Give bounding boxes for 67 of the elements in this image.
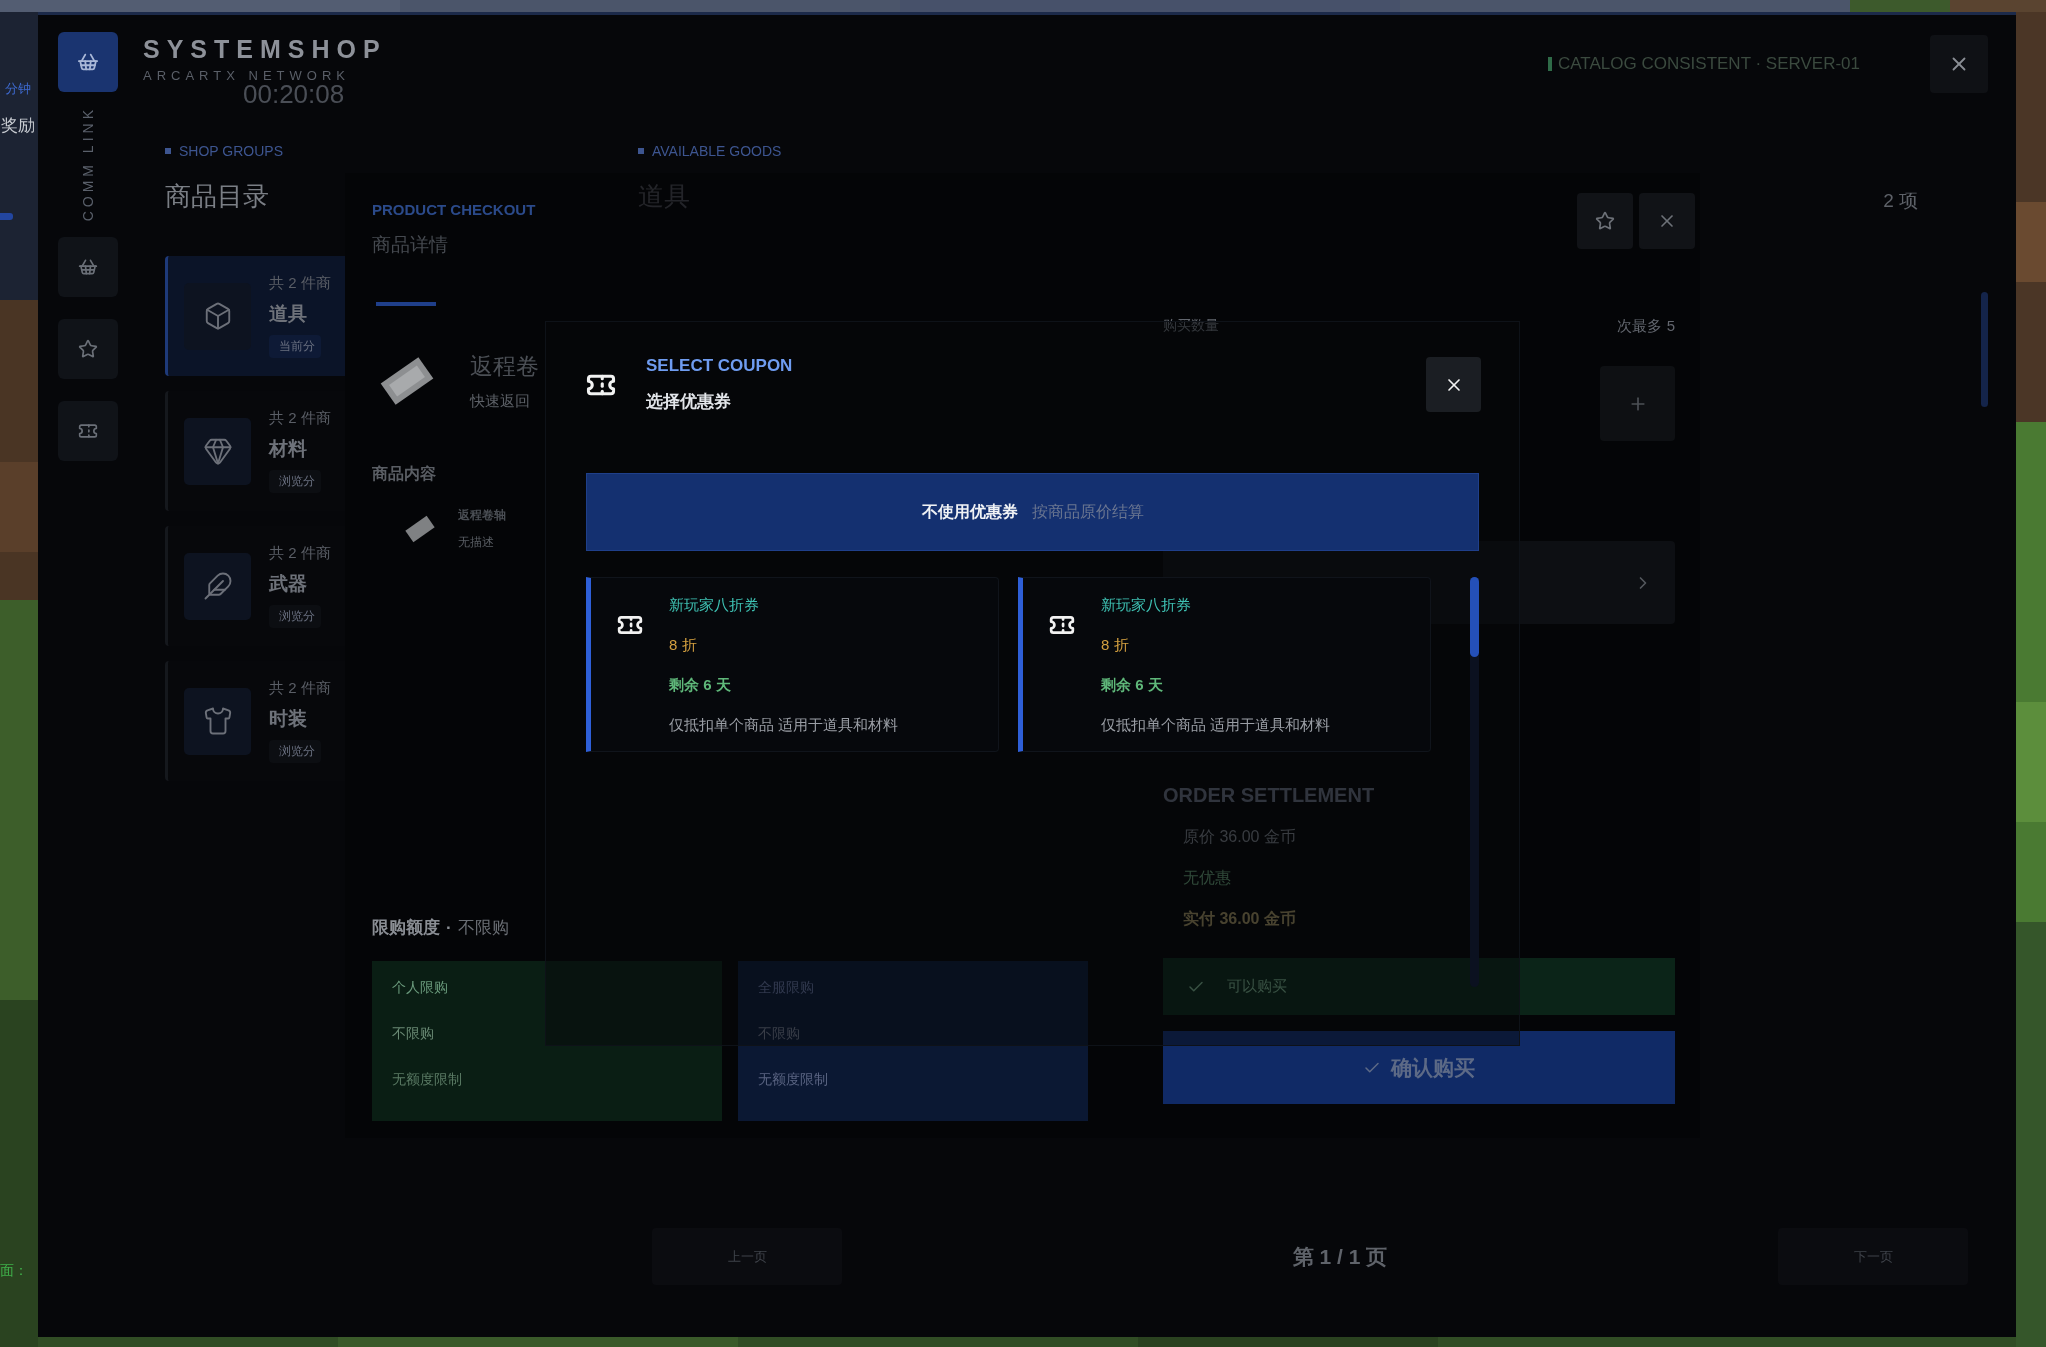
- star-icon: [78, 339, 98, 360]
- group-name: 道具: [269, 302, 308, 326]
- rail-button[interactable]: [58, 237, 118, 298]
- coupon-scope: 仅抵扣单个商品 适用于道具和材料: [669, 716, 899, 735]
- window-title: SYSTEMSHOP: [143, 35, 387, 64]
- confirm-button[interactable]: 确认购买: [1163, 1031, 1675, 1104]
- coupon-scope: 仅抵扣单个商品 适用于道具和材料: [1101, 716, 1331, 735]
- product-name: 返程卷: [470, 352, 539, 381]
- coupon-discount: 8 折: [669, 636, 698, 655]
- group-count: 共 2 件商: [269, 274, 331, 293]
- section-eyebrow: AVAILABLE GOODS: [638, 143, 1988, 159]
- star-icon: [1595, 211, 1615, 231]
- product-subtitle: 快速返回: [470, 392, 531, 411]
- coupon-card[interactable]: 新玩家八折券 8 折 剩余 6 天 仅抵扣单个商品 适用于道具和材料: [1018, 577, 1431, 752]
- group-count: 共 2 件商: [269, 544, 331, 563]
- page-indicator: 第 1 / 1 页: [1292, 1243, 1388, 1270]
- group-name: 时装: [269, 707, 308, 731]
- content-item-description: 无描述: [458, 534, 495, 551]
- group-name: 材料: [269, 437, 308, 461]
- coupon-remaining: 剩余 6 天: [1101, 676, 1164, 695]
- limit-title: 个人限购: [392, 979, 449, 997]
- content-item-name: 返程卷轴: [458, 507, 506, 524]
- feather-icon: [202, 571, 233, 601]
- limit-value: 不限购: [392, 1025, 435, 1043]
- settlement-line: 实付 36.00 金币: [1183, 909, 1297, 929]
- rail-button[interactable]: [58, 319, 118, 380]
- group-count: 共 2 件商: [269, 679, 331, 698]
- no-coupon-option[interactable]: 不使用优惠券 按商品原价结算: [586, 473, 1479, 551]
- status-text: CATALOG CONSISTENT · SERVER-01: [1548, 57, 1860, 71]
- rail-label: COMM LINK: [80, 106, 96, 222]
- coupon-name: 新玩家八折券: [669, 596, 760, 615]
- quantity-note: 次最多 5: [1617, 317, 1675, 336]
- scrollbar[interactable]: [1981, 292, 1988, 407]
- coupon-card[interactable]: 新玩家八折券 8 折 剩余 6 天 仅抵扣单个商品 适用于道具和材料: [586, 577, 999, 752]
- rail-button[interactable]: [58, 401, 118, 462]
- limit-note: 无额度限制: [392, 1071, 463, 1089]
- coupon-discount: 8 折: [1101, 636, 1130, 655]
- favorite-button[interactable]: [1577, 193, 1633, 249]
- group-name: 武器: [269, 572, 308, 596]
- close-button[interactable]: [1426, 357, 1481, 412]
- limit-note: 无额度限制: [758, 1071, 829, 1089]
- coupon-name: 新玩家八折券: [1101, 596, 1192, 615]
- section-title: 商品目录: [165, 180, 270, 213]
- dialog-eyebrow: SELECT COUPON: [646, 356, 794, 376]
- diamond-icon: [202, 436, 233, 466]
- logo: [58, 32, 118, 92]
- group-tag: 浏览分: [269, 605, 321, 628]
- group-count: 共 2 件商: [269, 409, 331, 428]
- limit-heading: 限购额度: [372, 917, 440, 939]
- scrollbar[interactable]: [1470, 577, 1479, 987]
- group-tag: 当前分: [269, 335, 321, 358]
- coupon-remaining: 剩余 6 天: [669, 676, 732, 695]
- panel-eyebrow: PRODUCT CHECKOUT: [372, 201, 537, 218]
- group-card[interactable]: 共 2 件商 道具 当前分: [165, 256, 345, 376]
- section-eyebrow: SHOP GROUPS: [165, 143, 345, 159]
- settlement-line: 原价 36.00 金币: [1183, 827, 1297, 847]
- item-count: 2 项: [1883, 189, 1918, 213]
- dialog-title: 选择优惠券: [646, 391, 732, 413]
- shirt-icon: [202, 706, 233, 736]
- group-tag: 浏览分: [269, 740, 321, 763]
- separator: ·: [446, 917, 452, 938]
- section-heading: 商品内容: [372, 464, 437, 484]
- settlement-line: 无优惠: [1183, 868, 1232, 888]
- panel-title: 商品详情: [372, 233, 449, 257]
- limit-value: 不限购: [457, 917, 509, 939]
- group-tag: 浏览分: [269, 470, 321, 493]
- tab-indicator: [376, 302, 436, 306]
